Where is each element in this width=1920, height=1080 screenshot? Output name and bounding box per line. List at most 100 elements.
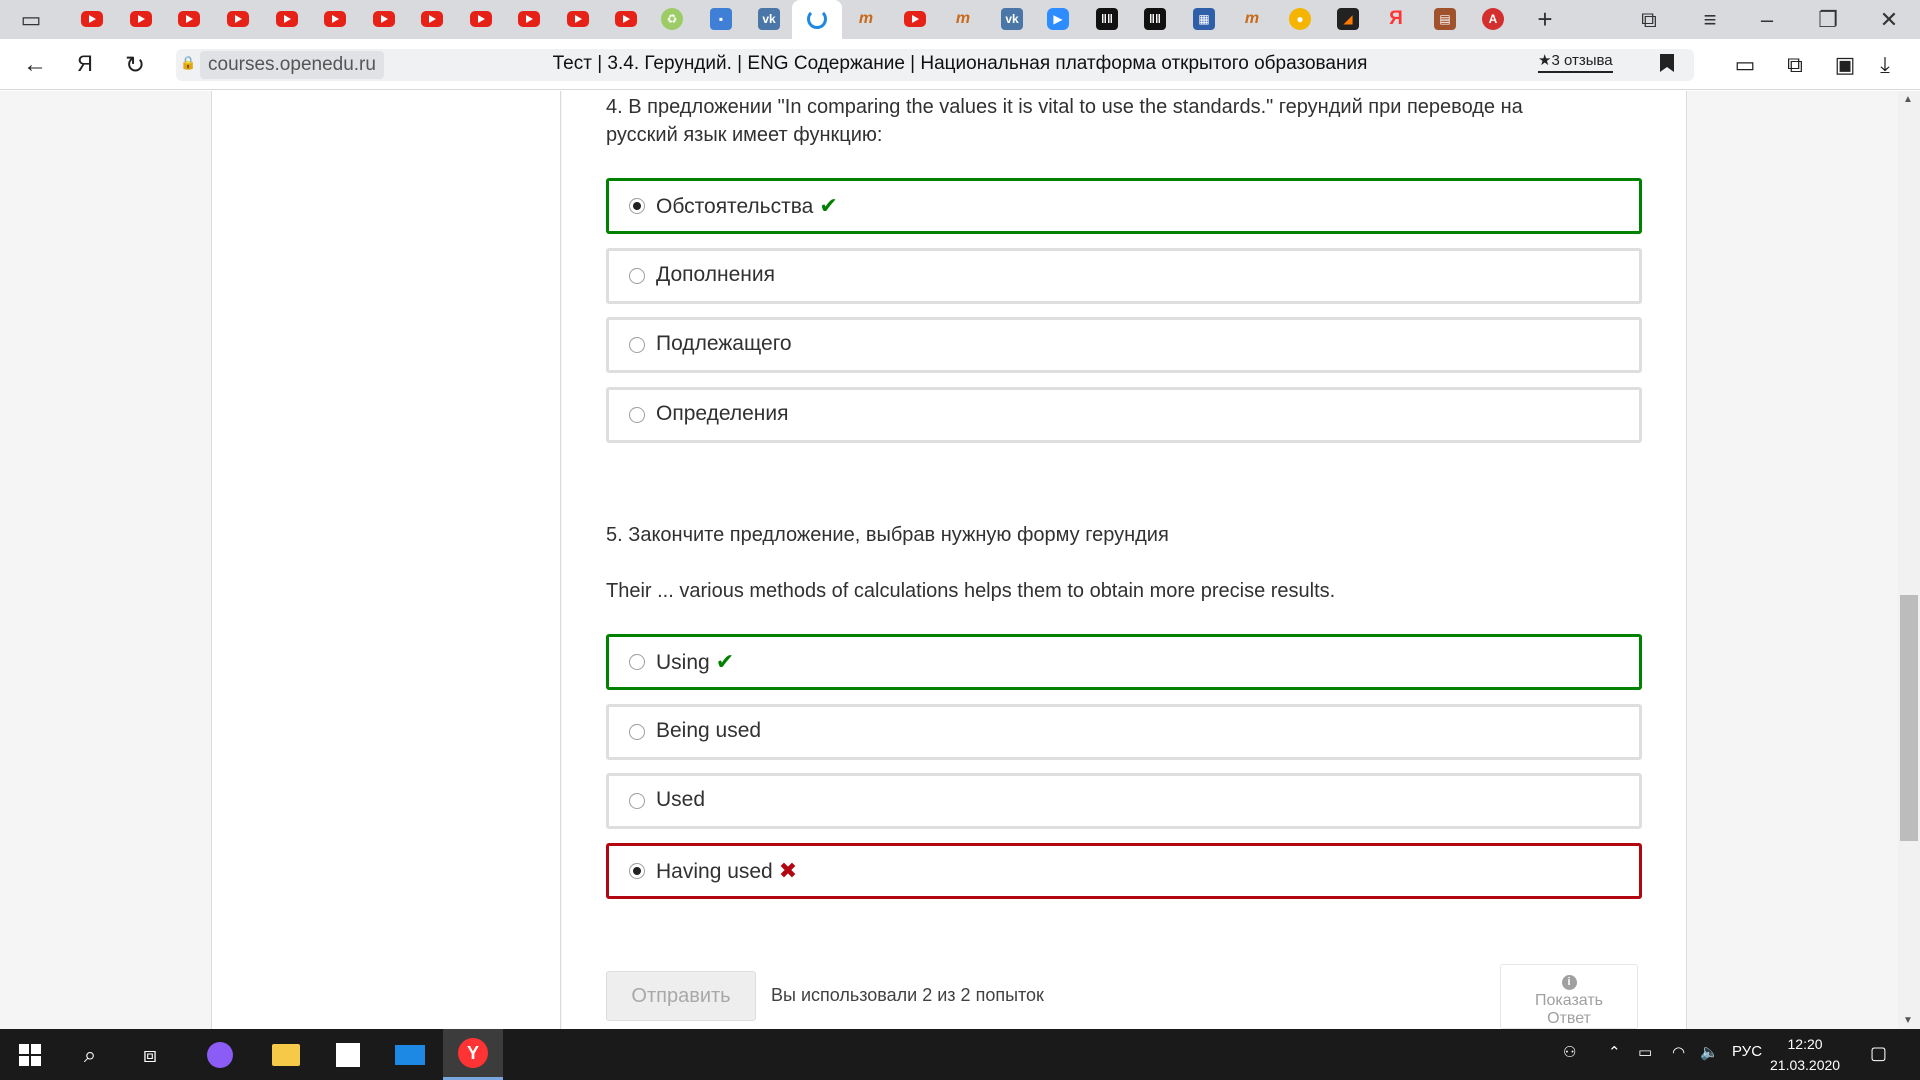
radio-button[interactable] bbox=[629, 863, 645, 879]
reviews-link[interactable]: ★3 отзыва bbox=[1538, 51, 1613, 73]
submit-button[interactable]: Отправить bbox=[606, 971, 756, 1021]
scroll-up-arrow-icon[interactable]: ▲ bbox=[1903, 94, 1913, 105]
close-button[interactable]: ✕ bbox=[1874, 7, 1904, 33]
wifi-icon[interactable]: ◠ bbox=[1672, 1043, 1685, 1061]
radio-button[interactable] bbox=[629, 724, 645, 740]
question-5-text: 5. Закончите предложение, выбрав нужную … bbox=[606, 524, 1169, 546]
vk-icon: vk bbox=[758, 8, 780, 30]
page-title: Тест | 3.4. Герундий. | ENG Содержание |… bbox=[552, 53, 1368, 74]
q5-option-3[interactable]: Used bbox=[606, 773, 1642, 829]
notifications-icon[interactable]: ▢ bbox=[1870, 1043, 1887, 1064]
tab-youtube-13[interactable] bbox=[903, 8, 927, 30]
cloud-icon: ● bbox=[1289, 8, 1311, 30]
tab-yandex[interactable]: Я bbox=[1384, 8, 1408, 30]
show-answer-label: Показать bbox=[1534, 992, 1603, 1009]
volume-icon[interactable]: 🔈 bbox=[1700, 1043, 1719, 1061]
screenshot-icon[interactable]: ▣ bbox=[1830, 52, 1860, 78]
translate-icon[interactable]: ⧉ bbox=[1780, 52, 1810, 78]
tab-cloud[interactable]: ● bbox=[1288, 8, 1312, 30]
mail-icon[interactable] bbox=[380, 1029, 440, 1080]
tab-m-1[interactable]: m bbox=[854, 8, 878, 30]
tab-youtube-12[interactable] bbox=[614, 8, 638, 30]
new-tab-button[interactable]: + bbox=[1530, 4, 1560, 35]
tab-piano-2[interactable]: ‖‖ bbox=[1143, 8, 1167, 30]
tab-brown[interactable]: ▤ bbox=[1433, 8, 1457, 30]
course-sidebar bbox=[211, 91, 561, 1029]
radio-button[interactable] bbox=[629, 268, 645, 284]
scroll-down-arrow-icon[interactable]: ▼ bbox=[1903, 1015, 1913, 1026]
q4-option-3[interactable]: Подлежащего bbox=[606, 317, 1642, 373]
store-icon[interactable] bbox=[318, 1029, 378, 1080]
language-indicator[interactable]: РУС bbox=[1732, 1043, 1762, 1060]
q4-option-4[interactable]: Определения bbox=[606, 387, 1642, 443]
tab-youtube-2[interactable] bbox=[129, 8, 153, 30]
zoom-icon: ▶ bbox=[1047, 8, 1069, 30]
collections-icon[interactable]: ⧉ bbox=[1634, 7, 1664, 33]
clock[interactable]: 12:20 21.03.2020 bbox=[1770, 1034, 1840, 1076]
tab-m-3[interactable]: m bbox=[1240, 8, 1264, 30]
tab-youtube-4[interactable] bbox=[226, 8, 250, 30]
tab-youtube-10[interactable] bbox=[517, 8, 541, 30]
tab-youtube-7[interactable] bbox=[372, 8, 396, 30]
tab-youtube-11[interactable] bbox=[566, 8, 590, 30]
tab-orange[interactable]: ◢ bbox=[1336, 8, 1360, 30]
clock-time: 12:20 bbox=[1787, 1036, 1823, 1052]
url-domain[interactable]: courses.openedu.ru bbox=[200, 51, 384, 79]
radio-button[interactable] bbox=[629, 793, 645, 809]
tab-vk-2[interactable]: vk bbox=[1000, 8, 1024, 30]
radio-button[interactable] bbox=[629, 654, 645, 670]
download-icon[interactable]: ⤓ bbox=[1870, 52, 1900, 78]
tab-youtube-9[interactable] bbox=[469, 8, 493, 30]
tab-piano-1[interactable]: ‖‖ bbox=[1095, 8, 1119, 30]
menu-icon[interactable]: ≡ bbox=[1695, 7, 1725, 33]
tab-youtube-8[interactable] bbox=[420, 8, 444, 30]
show-answer-button[interactable]: i Показать Ответ bbox=[1500, 964, 1638, 1029]
scrollbar-thumb[interactable] bbox=[1900, 595, 1918, 841]
tab-youtube-3[interactable] bbox=[177, 8, 201, 30]
tab-notification[interactable]: A bbox=[1481, 8, 1505, 30]
m-icon: m bbox=[858, 10, 874, 27]
q5-option-2[interactable]: Being used bbox=[606, 704, 1642, 760]
tab-vk-1[interactable]: vk bbox=[757, 8, 781, 30]
back-button[interactable]: ← bbox=[20, 51, 50, 79]
tray-expand-icon[interactable]: ⌃ bbox=[1608, 1043, 1621, 1061]
minimize-button[interactable]: – bbox=[1752, 7, 1782, 33]
youtube-icon bbox=[567, 11, 589, 27]
q5-option-4[interactable]: Having used ✖ bbox=[606, 843, 1642, 899]
address-bar: ← Я ↻ 🔒 courses.openedu.ru Тест | 3.4. Г… bbox=[0, 39, 1920, 90]
vertical-scrollbar[interactable]: ▲ ▼ bbox=[1898, 91, 1920, 1029]
tab-book[interactable]: ▦ bbox=[1192, 8, 1216, 30]
people-icon[interactable]: ⚇ bbox=[1563, 1043, 1576, 1061]
radio-button[interactable] bbox=[629, 407, 645, 423]
search-icon[interactable]: ⌕ bbox=[60, 1029, 120, 1080]
yandex-home-button[interactable]: Я bbox=[70, 51, 100, 77]
orange-icon: ◢ bbox=[1337, 8, 1359, 30]
tab-recycle[interactable]: ♻ bbox=[660, 8, 684, 30]
alice-icon[interactable] bbox=[190, 1029, 250, 1080]
battery-icon[interactable]: ▭ bbox=[1730, 52, 1760, 78]
radio-button[interactable] bbox=[629, 198, 645, 214]
task-view-icon[interactable]: ⧈ bbox=[120, 1029, 180, 1080]
q4-option-2[interactable]: Дополнения bbox=[606, 248, 1642, 304]
tab-youtube-6[interactable] bbox=[323, 8, 347, 30]
youtube-icon bbox=[904, 11, 926, 27]
start-button[interactable] bbox=[0, 1029, 60, 1080]
q5-option-1[interactable]: Using ✔ bbox=[606, 634, 1642, 690]
tab-youtube-5[interactable] bbox=[275, 8, 299, 30]
tab-youtube-1[interactable] bbox=[80, 8, 104, 30]
q4-option-1[interactable]: Обстоятельства ✔ bbox=[606, 178, 1642, 234]
loading-spinner-icon bbox=[807, 9, 827, 29]
sidebar-toggle-icon[interactable]: ▭ bbox=[16, 7, 46, 33]
restore-button[interactable]: ❐ bbox=[1813, 7, 1843, 33]
yandex-browser-taskbar-icon[interactable]: Y bbox=[443, 1029, 503, 1080]
radio-button[interactable] bbox=[629, 337, 645, 353]
vk-icon: vk bbox=[1001, 8, 1023, 30]
brown-icon: ▤ bbox=[1434, 8, 1456, 30]
reload-button[interactable]: ↻ bbox=[120, 51, 150, 80]
battery-tray-icon[interactable]: ▭ bbox=[1638, 1043, 1652, 1061]
tab-zoom[interactable]: ▶ bbox=[1046, 8, 1070, 30]
youtube-icon bbox=[81, 11, 103, 27]
tab-chat[interactable]: ▪ bbox=[709, 8, 733, 30]
tab-m-2[interactable]: m bbox=[951, 8, 975, 30]
file-explorer-icon[interactable] bbox=[256, 1029, 316, 1080]
